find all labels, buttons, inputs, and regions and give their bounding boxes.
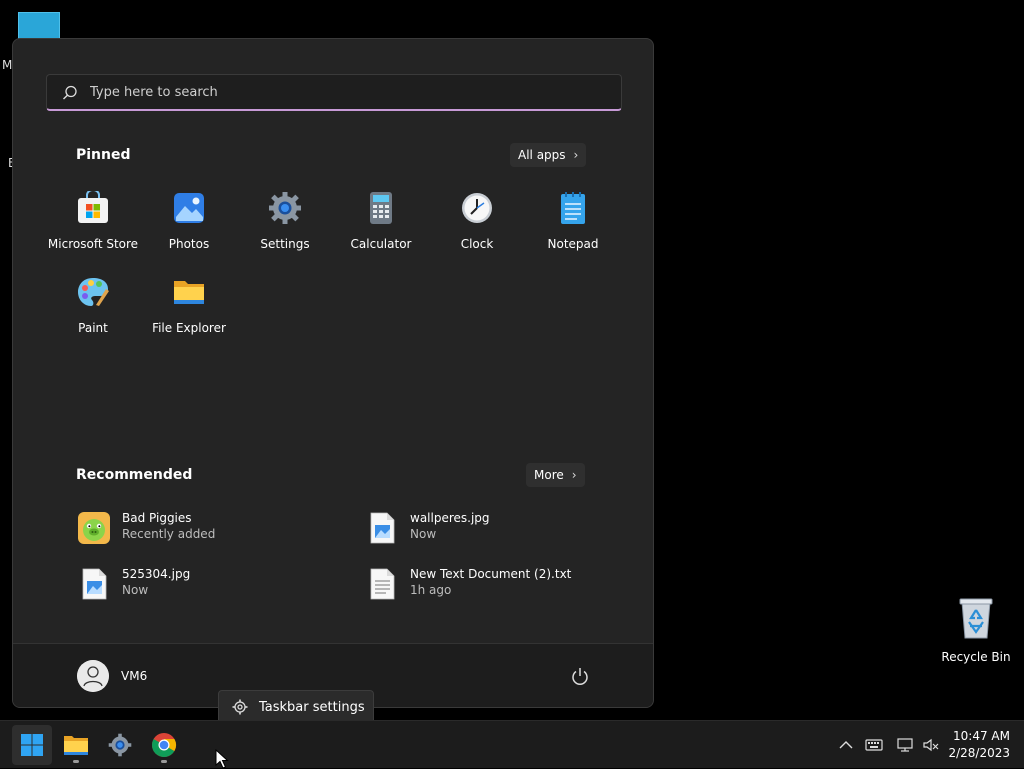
- gear-icon: [232, 699, 248, 715]
- file-explorer-icon: [64, 736, 88, 755]
- bad-piggies-icon: [78, 512, 110, 544]
- more-button[interactable]: More ›: [526, 463, 585, 487]
- app-label: File Explorer: [152, 321, 226, 335]
- microsoft-store-icon: [78, 189, 108, 223]
- taskbar-settings-label: Taskbar settings: [259, 699, 365, 715]
- clock-icon: [462, 193, 492, 223]
- photos-icon: [174, 193, 204, 223]
- recommended-sub: Recently added: [122, 527, 216, 541]
- recommended-item-bad-piggies[interactable]: Bad Piggies Recently added: [77, 509, 347, 549]
- power-icon[interactable]: [569, 666, 591, 688]
- pinned-app-notepad[interactable]: Notepad: [525, 191, 621, 251]
- recommended-sub: Now: [122, 583, 149, 597]
- taskbar-settings-popup[interactable]: Taskbar settings: [218, 690, 374, 724]
- windows-logo-icon: [21, 734, 43, 756]
- pinned-app-photos[interactable]: Photos: [141, 191, 237, 251]
- search-box[interactable]: [46, 74, 622, 111]
- desktop-label-fragment: M: [2, 58, 13, 72]
- mouse-cursor-icon: [215, 749, 229, 769]
- recommended-name: wallperes.jpg: [410, 511, 490, 525]
- user-account-button[interactable]: VM6: [77, 660, 147, 692]
- taskbar-chrome[interactable]: [144, 725, 184, 765]
- image-file-icon: [370, 512, 395, 544]
- app-label: Paint: [78, 321, 108, 335]
- desktop-thumbnail[interactable]: [18, 12, 60, 40]
- taskbar-file-explorer[interactable]: [56, 725, 96, 765]
- more-label: More: [534, 468, 564, 482]
- running-indicator: [161, 760, 167, 763]
- recommended-item-wallperes[interactable]: wallperes.jpg Now: [365, 509, 635, 549]
- recommended-sub: 1h ago: [410, 583, 452, 597]
- search-input[interactable]: [90, 75, 610, 109]
- recommended-name: 525304.jpg: [122, 567, 191, 581]
- pinned-app-file-explorer[interactable]: File Explorer: [141, 275, 237, 335]
- recommended-item-525304[interactable]: 525304.jpg Now: [77, 565, 347, 605]
- user-name: VM6: [121, 669, 148, 683]
- paint-icon: [78, 278, 109, 306]
- recommended-item-new-text-document[interactable]: New Text Document (2).txt 1h ago: [365, 565, 635, 605]
- recycle-bin-icon: [959, 598, 993, 639]
- start-button[interactable]: [12, 725, 52, 765]
- text-file-icon: [370, 568, 395, 600]
- start-menu: Pinned All apps › Microsoft Store Photos: [12, 38, 654, 708]
- settings-icon: [269, 192, 301, 224]
- pinned-app-paint[interactable]: Paint: [45, 275, 141, 335]
- chevron-right-icon: ›: [573, 148, 579, 162]
- recommended-name: New Text Document (2).txt: [410, 567, 572, 581]
- taskbar: 10:47 AM 2/28/2023: [0, 720, 1024, 768]
- notepad-icon: [561, 192, 585, 224]
- taskbar-settings[interactable]: [100, 725, 140, 765]
- all-apps-label: All apps: [518, 148, 566, 162]
- app-label: Clock: [460, 237, 494, 251]
- running-indicator: [73, 760, 79, 763]
- recycle-bin-label: Recycle Bin: [941, 650, 1011, 664]
- image-file-icon: [82, 568, 107, 600]
- pinned-title: Pinned: [76, 147, 131, 163]
- pinned-app-microsoft-store[interactable]: Microsoft Store: [45, 189, 141, 251]
- avatar: [77, 660, 109, 692]
- pinned-app-clock[interactable]: Clock: [429, 191, 525, 251]
- recommended-sub: Now: [410, 527, 437, 541]
- app-label: Settings: [260, 237, 310, 251]
- network-icon[interactable]: [896, 736, 914, 754]
- app-label: Calculator: [350, 237, 412, 251]
- volume-muted-icon[interactable]: [922, 736, 940, 754]
- settings-icon: [108, 733, 132, 757]
- chevron-up-icon[interactable]: [837, 736, 855, 754]
- app-label: Photos: [168, 237, 210, 251]
- all-apps-button[interactable]: All apps ›: [510, 143, 587, 167]
- clock-date: 2/28/2023: [948, 746, 1010, 760]
- keyboard-icon[interactable]: [865, 736, 883, 754]
- chrome-icon: [152, 733, 177, 758]
- system-clock[interactable]: 10:47 AM 2/28/2023: [948, 728, 1010, 762]
- recommended-name: Bad Piggies: [122, 511, 192, 525]
- calculator-icon: [370, 192, 392, 224]
- clock-time: 10:47 AM: [953, 729, 1010, 743]
- search-icon: [63, 85, 77, 100]
- chevron-right-icon: ›: [571, 468, 577, 482]
- pinned-app-calculator[interactable]: Calculator: [333, 191, 429, 251]
- pinned-app-settings[interactable]: Settings: [237, 191, 333, 251]
- file-explorer-icon: [174, 281, 204, 304]
- recommended-title: Recommended: [76, 467, 193, 483]
- app-label: Microsoft Store: [47, 237, 139, 251]
- app-label: Notepad: [547, 237, 599, 251]
- recycle-bin[interactable]: Recycle Bin: [940, 596, 1012, 664]
